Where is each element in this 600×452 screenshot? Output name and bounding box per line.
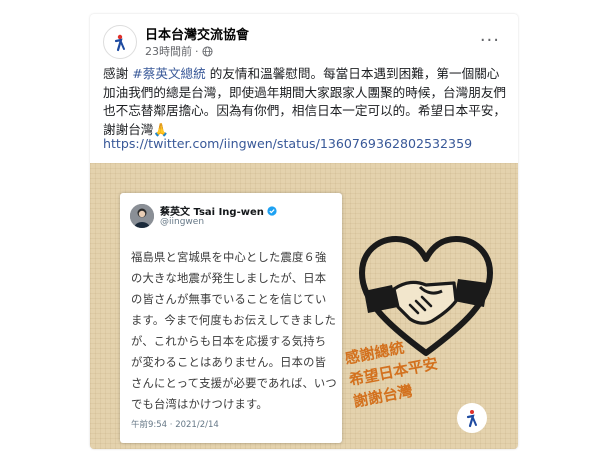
globe-icon [201, 45, 213, 57]
page-name[interactable]: 日本台灣交流協會 [145, 24, 249, 43]
post-image[interactable]: 蔡英文 Tsai Ing-wen @iingwen 福島県と宮城県を中心とした震… [90, 163, 518, 449]
facebook-post: 日本台灣交流協會 23時間前 · ··· 感謝 #蔡英文總統 的友情和溫馨慰問。… [90, 14, 518, 449]
tweet-text: 福島県と宮城県を中心とした震度６強の大きな地震が発生しましたが、日本の皆さんが無… [131, 251, 337, 411]
page-logo-icon [114, 34, 125, 52]
tweet-handle: @iingwen [160, 217, 205, 227]
page-avatar[interactable] [103, 25, 137, 59]
tweet-link[interactable]: https://twitter.com/iingwen/status/13607… [103, 136, 472, 151]
association-logo-icon [466, 410, 477, 428]
post-text-start: 感謝 [103, 66, 133, 81]
post-timestamp[interactable]: 23時間前 [145, 43, 192, 59]
tweet-author-avatar [130, 204, 154, 228]
tweet-author: 蔡英文 Tsai Ing-wen [160, 203, 277, 218]
hashtag-link[interactable]: #蔡英文總統 [132, 66, 206, 81]
post-text: 感謝 #蔡英文總統 的友情和溫馨慰問。每當日本遇到困難，第一個關心加油我們的總是… [103, 65, 507, 139]
person-icon [130, 204, 154, 228]
more-options-button[interactable]: ··· [480, 30, 500, 51]
tweet-time: 午前9:54 · 2021/2/14 [131, 420, 219, 430]
post-meta: 23時間前 · [145, 43, 213, 59]
tweet-screenshot: 蔡英文 Tsai Ing-wen @iingwen 福島県と宮城県を中心とした震… [120, 193, 342, 443]
verified-badge-icon [267, 205, 277, 216]
tweet-author-name: 蔡英文 Tsai Ing-wen [160, 207, 264, 218]
logo-icon [457, 403, 487, 433]
